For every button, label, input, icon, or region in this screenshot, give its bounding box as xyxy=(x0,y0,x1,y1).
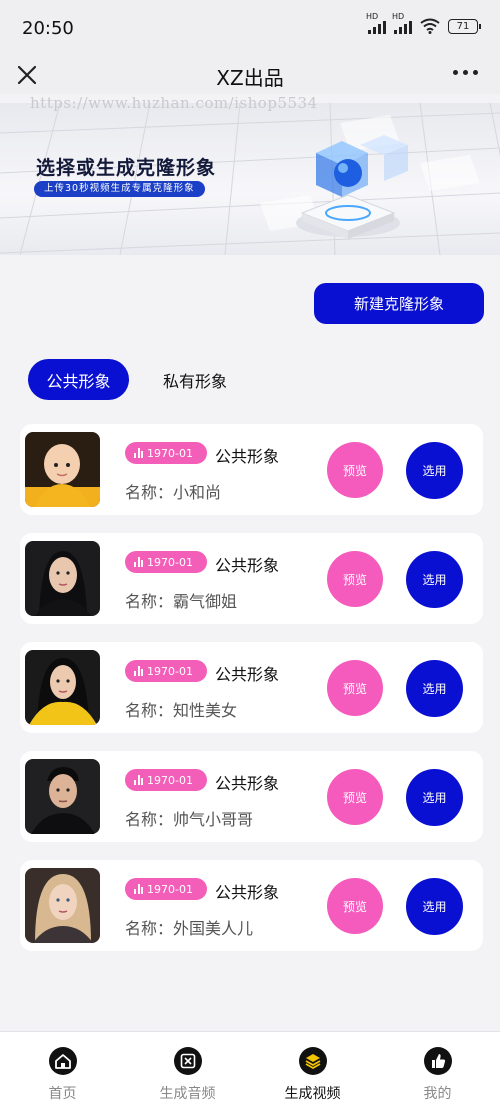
signal-icon: HD xyxy=(366,12,386,34)
select-button[interactable]: 选用 xyxy=(406,551,463,608)
tabbar-item-video[interactable]: 生成视频 xyxy=(250,1032,375,1111)
avatar-name: 名称：小和尚 xyxy=(125,483,222,502)
avatar-list: 1970-01 公共形象 名称：小和尚 预览 选用 1970-01 公共形象 名… xyxy=(20,424,483,969)
avatar xyxy=(25,541,100,616)
wifi-icon xyxy=(420,18,440,34)
avatar-name: 名称：外国美人儿 xyxy=(125,919,254,938)
avatar-name: 名称：帅气小哥哥 xyxy=(125,810,254,829)
signal-icon-2: HD xyxy=(392,12,412,34)
preview-button[interactable]: 预览 xyxy=(327,769,383,825)
list-item[interactable]: 1970-01 公共形象 名称：小和尚 预览 选用 xyxy=(20,424,483,515)
battery-icon: 71 xyxy=(448,18,481,34)
tabbar-label: 我的 xyxy=(423,1086,452,1102)
list-item[interactable]: 1970-01 公共形象 名称：帅气小哥哥 预览 选用 xyxy=(20,751,483,842)
status-bar: 20:50 HD HD 71 xyxy=(0,0,500,56)
type-label: 公共形象 xyxy=(215,556,280,575)
preview-button[interactable]: 预览 xyxy=(327,878,383,934)
banner-subtitle: 上传30秒视频生成专属克隆形象 xyxy=(34,181,205,197)
type-label: 公共形象 xyxy=(215,774,280,793)
preview-button[interactable]: 预览 xyxy=(327,660,383,716)
chart-bars-icon xyxy=(134,884,143,894)
select-button[interactable]: 选用 xyxy=(406,660,463,717)
avatar-name: 名称：知性美女 xyxy=(125,701,238,720)
avatar xyxy=(25,759,100,834)
watermark: https://www.huzhan.com/ishop5534 xyxy=(30,94,318,112)
tabbar-label: 生成音频 xyxy=(159,1086,216,1102)
date-tag: 1970-01 xyxy=(125,660,207,682)
list-item[interactable]: 1970-01 公共形象 名称：外国美人儿 预览 选用 xyxy=(20,860,483,951)
preview-button[interactable]: 预览 xyxy=(327,442,383,498)
select-button[interactable]: 选用 xyxy=(406,442,463,499)
tabbar-label: 生成视频 xyxy=(284,1086,341,1102)
type-label: 公共形象 xyxy=(215,447,280,466)
select-button[interactable]: 选用 xyxy=(406,769,463,826)
status-time: 20:50 xyxy=(22,18,74,39)
status-icons: HD HD 71 xyxy=(366,12,481,34)
banner[interactable]: 选择或生成克隆形象 上传30秒视频生成专属克隆形象 xyxy=(0,103,500,255)
chart-bars-icon xyxy=(134,557,143,567)
type-label: 公共形象 xyxy=(215,883,280,902)
date-tag: 1970-01 xyxy=(125,769,207,791)
thumbs-up-icon xyxy=(423,1047,452,1075)
video-layers-icon xyxy=(298,1047,327,1075)
new-clone-button[interactable]: 新建克隆形象 xyxy=(314,283,484,324)
date-tag: 1970-01 xyxy=(125,878,207,900)
tab-private[interactable]: 私有形象 xyxy=(150,359,240,400)
date-tag: 1970-01 xyxy=(125,551,207,573)
more-icon[interactable] xyxy=(453,70,478,75)
chart-bars-icon xyxy=(134,775,143,785)
bottom-tab-bar: 首页 生成音频 生成视频 我的 xyxy=(0,1031,500,1111)
select-button[interactable]: 选用 xyxy=(406,878,463,935)
nav-bar: XZ出品 xyxy=(0,56,500,94)
avatar xyxy=(25,432,100,507)
tab-public[interactable]: 公共形象 xyxy=(28,359,129,400)
tabbar-item-mine[interactable]: 我的 xyxy=(375,1032,500,1111)
tabbar-item-home[interactable]: 首页 xyxy=(0,1032,125,1111)
tabbar-label: 首页 xyxy=(48,1086,77,1102)
page-title: XZ出品 xyxy=(216,66,284,90)
preview-button[interactable]: 预览 xyxy=(327,551,383,607)
avatar-name: 名称：霸气御姐 xyxy=(125,592,238,611)
cube-pedestal-illustration xyxy=(296,135,408,239)
audio-icon xyxy=(173,1047,202,1075)
chart-bars-icon xyxy=(134,448,143,458)
avatar xyxy=(25,650,100,725)
banner-title: 选择或生成克隆形象 xyxy=(36,157,217,179)
tabbar-item-audio[interactable]: 生成音频 xyxy=(125,1032,250,1111)
date-tag: 1970-01 xyxy=(125,442,207,464)
chart-bars-icon xyxy=(134,666,143,676)
list-item[interactable]: 1970-01 公共形象 名称：知性美女 预览 选用 xyxy=(20,642,483,733)
type-label: 公共形象 xyxy=(215,665,280,684)
list-item[interactable]: 1970-01 公共形象 名称：霸气御姐 预览 选用 xyxy=(20,533,483,624)
home-icon xyxy=(48,1047,77,1075)
avatar xyxy=(25,868,100,943)
